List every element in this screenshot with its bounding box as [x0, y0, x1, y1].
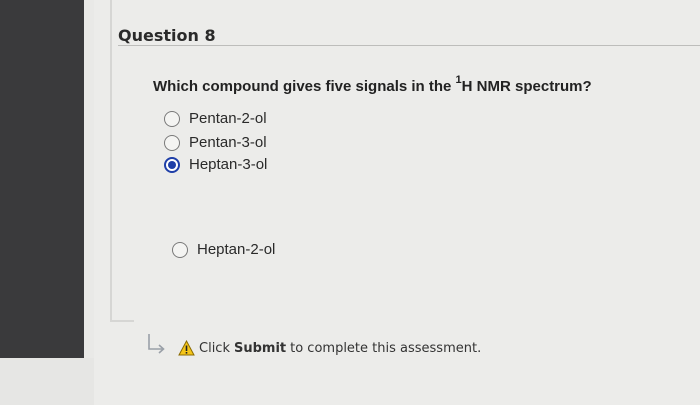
prompt-text-start: Which compound gives five signals in the — [153, 78, 456, 95]
radio-heptan-3-ol[interactable] — [164, 156, 180, 173]
option-label: Pentan-2-ol — [189, 110, 267, 127]
option-heptan-2-ol[interactable]: Heptan-2-ol — [172, 241, 275, 258]
notice-suffix: to complete this assessment. — [290, 340, 482, 356]
notice-submit-word: Submit — [233, 340, 287, 356]
radio-pentan-3-ol[interactable] — [164, 134, 180, 151]
left-dark-margin — [0, 0, 84, 358]
question-title: Question 8 — [118, 26, 216, 45]
option-heptan-3-ol[interactable]: Heptan-3-ol — [164, 156, 267, 173]
question-frame-left — [110, 0, 112, 322]
warning-icon — [178, 340, 195, 356]
submit-notice: Click Submit to complete this assessment… — [178, 340, 481, 356]
prompt-superscript: 1 — [455, 74, 462, 86]
notice-prefix: Click — [199, 340, 230, 356]
option-label: Pentan-3-ol — [189, 134, 267, 151]
option-pentan-2-ol[interactable]: Pentan-2-ol — [164, 110, 267, 127]
question-header: Question 8 — [118, 22, 700, 46]
turn-arrow-icon — [148, 334, 165, 354]
radio-heptan-2-ol[interactable] — [172, 241, 188, 258]
option-label: Heptan-2-ol — [197, 241, 276, 258]
prompt-text-end: H NMR spectrum? — [461, 78, 592, 95]
option-pentan-3-ol[interactable]: Pentan-3-ol — [164, 134, 267, 151]
left-light-strip — [84, 0, 94, 358]
radio-pentan-2-ol[interactable] — [164, 110, 180, 127]
question-prompt: Which compound gives five signals in the… — [153, 74, 592, 95]
question-frame-bottom — [110, 320, 134, 322]
option-label: Heptan-3-ol — [189, 156, 268, 173]
